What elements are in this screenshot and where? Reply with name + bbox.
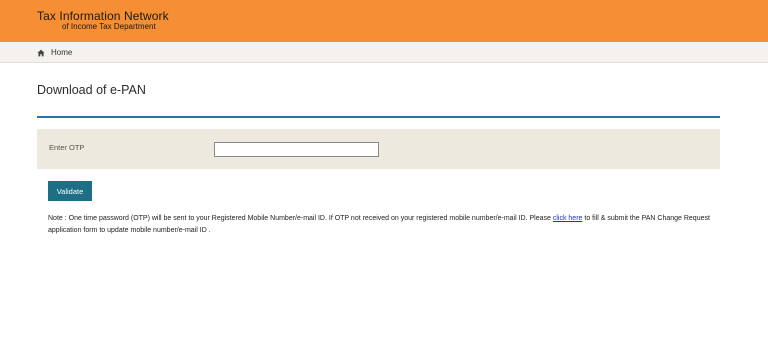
click-here-link[interactable]: click here xyxy=(553,215,583,222)
otp-form-panel: Enter OTP xyxy=(37,129,720,169)
site-subtitle: of Income Tax Department xyxy=(62,22,156,31)
site-header: Tax Information Network of Income Tax De… xyxy=(0,0,768,42)
site-title: Tax Information Network xyxy=(37,9,169,23)
home-link[interactable]: Home xyxy=(37,46,72,59)
otp-label: Enter OTP xyxy=(49,143,85,152)
breadcrumb-bar: Home xyxy=(0,42,768,63)
note-text-before: Note : One time password (OTP) will be s… xyxy=(48,215,553,222)
otp-input[interactable] xyxy=(214,142,379,157)
home-icon xyxy=(37,49,45,56)
otp-note: Note : One time password (OTP) will be s… xyxy=(48,213,718,237)
page-title: Download of e-PAN xyxy=(37,83,146,97)
home-link-label: Home xyxy=(51,48,73,57)
validate-button[interactable]: Validate xyxy=(48,181,92,201)
title-divider xyxy=(37,116,720,118)
